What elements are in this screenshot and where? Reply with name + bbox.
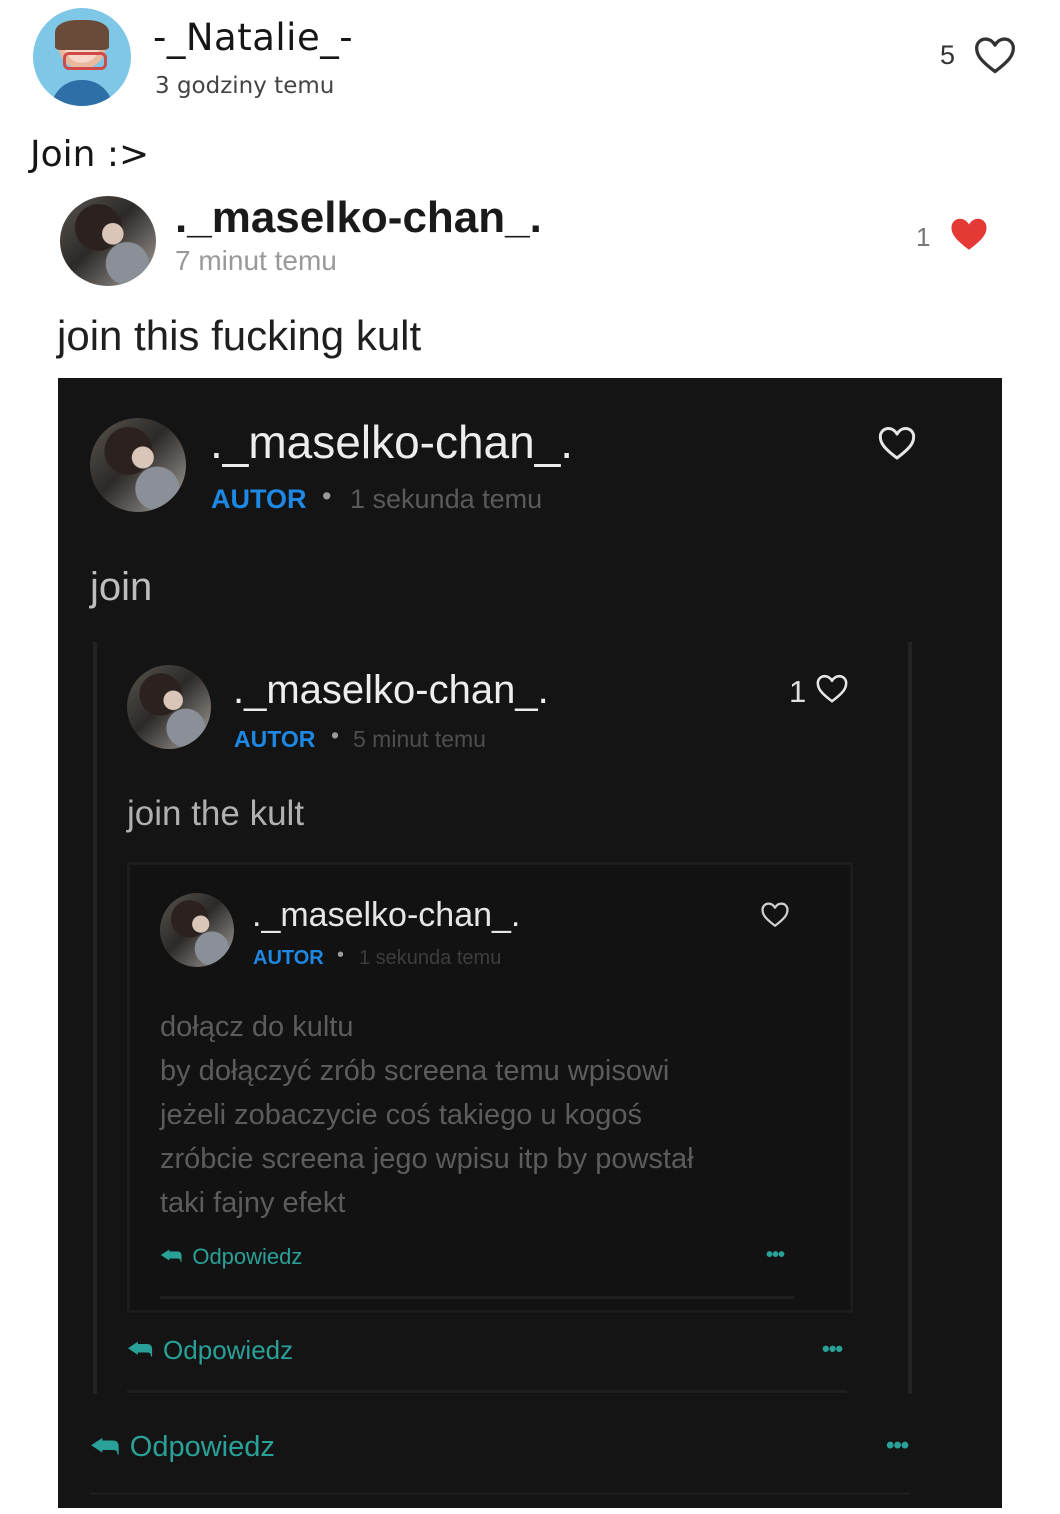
l3-body: dołącz do kultu by dołączyć zrób screena… (160, 1005, 694, 1225)
l1-author-badge: AUTOR (211, 484, 307, 514)
heart-outline-icon (878, 427, 916, 460)
avatar-maselko-l2 (127, 665, 211, 749)
l2-timestamp: 5 minut temu (353, 726, 486, 752)
post-timestamp: 3 godziny temu (155, 73, 335, 99)
reply-like-count: 1 (916, 222, 931, 252)
post-text: Join :> (30, 134, 150, 175)
l1-text: join (90, 565, 153, 609)
reply-arrow-icon: ⮪ (127, 1334, 154, 1365)
reply-arrow-icon: ⮪ (90, 1428, 120, 1464)
l2-reply-label: Odpowiedz (163, 1335, 294, 1365)
heart-outline-icon (761, 902, 789, 927)
reply-arrow-icon: ⮪ (160, 1243, 183, 1270)
heart-outline-icon (816, 674, 848, 703)
l3-username: ._maselko-chan_. (252, 896, 521, 934)
l3-line: by dołączyć zrób screena temu wpisowi (160, 1055, 670, 1087)
avatar-maselko-l3 (160, 893, 234, 967)
l1-timestamp: 1 sekunda temu (350, 484, 543, 514)
avatar-natalie[interactable] (33, 8, 131, 106)
l3-divider (160, 1296, 794, 1299)
l2-username: ._maselko-chan_. (233, 668, 549, 712)
thread-line-right (908, 642, 912, 1394)
more-dots-icon: ••• (886, 1432, 909, 1459)
post-username[interactable]: -_Natalie_- (153, 16, 353, 59)
l1-separator: • (322, 481, 332, 511)
l1-divider (90, 1492, 910, 1495)
l3-line: dołącz do kultu (160, 1011, 354, 1043)
l1-reply-label: Odpowiedz (129, 1430, 275, 1463)
l2-separator: • (331, 722, 340, 748)
reply-username[interactable]: ._maselko-chan_. (175, 193, 542, 243)
l2-author-badge: AUTOR (234, 726, 316, 752)
l3-line: zróbcie screena jego wpisu itp by powsta… (160, 1143, 694, 1175)
more-dots-icon: ••• (822, 1336, 843, 1361)
l2-like-count: 1 (789, 674, 807, 709)
avatar-maselko-l1 (90, 418, 186, 512)
reply-timestamp: 7 minut temu (175, 245, 337, 276)
l3-reply-label: Odpowiedz (192, 1244, 303, 1269)
reply-text: join this fucking kult (57, 312, 422, 359)
l2-reply-button: ⮪ Odpowiedz (127, 1334, 293, 1367)
l1-username: ._maselko-chan_. (210, 416, 574, 468)
heart-filled-icon[interactable] (948, 214, 990, 254)
l2-divider (127, 1390, 847, 1393)
l1-reply-button: ⮪ Odpowiedz (90, 1428, 275, 1466)
heart-outline-icon[interactable] (973, 34, 1017, 76)
post-like-count: 5 (940, 40, 956, 70)
l3-separator: • (337, 944, 345, 966)
l3-line: jeżeli zobaczycie coś takiego u kogoś (160, 1099, 642, 1131)
l3-timestamp: 1 sekunda temu (359, 947, 502, 969)
l3-line: taki fajny efekt (160, 1187, 346, 1219)
l3-reply-button: ⮪ Odpowiedz (160, 1243, 302, 1271)
more-dots-icon: ••• (766, 1244, 785, 1266)
l2-text: join the kult (127, 794, 305, 833)
thread-line-left (93, 642, 97, 1394)
avatar-maselko[interactable] (60, 196, 156, 286)
l3-author-badge: AUTOR (253, 947, 324, 969)
